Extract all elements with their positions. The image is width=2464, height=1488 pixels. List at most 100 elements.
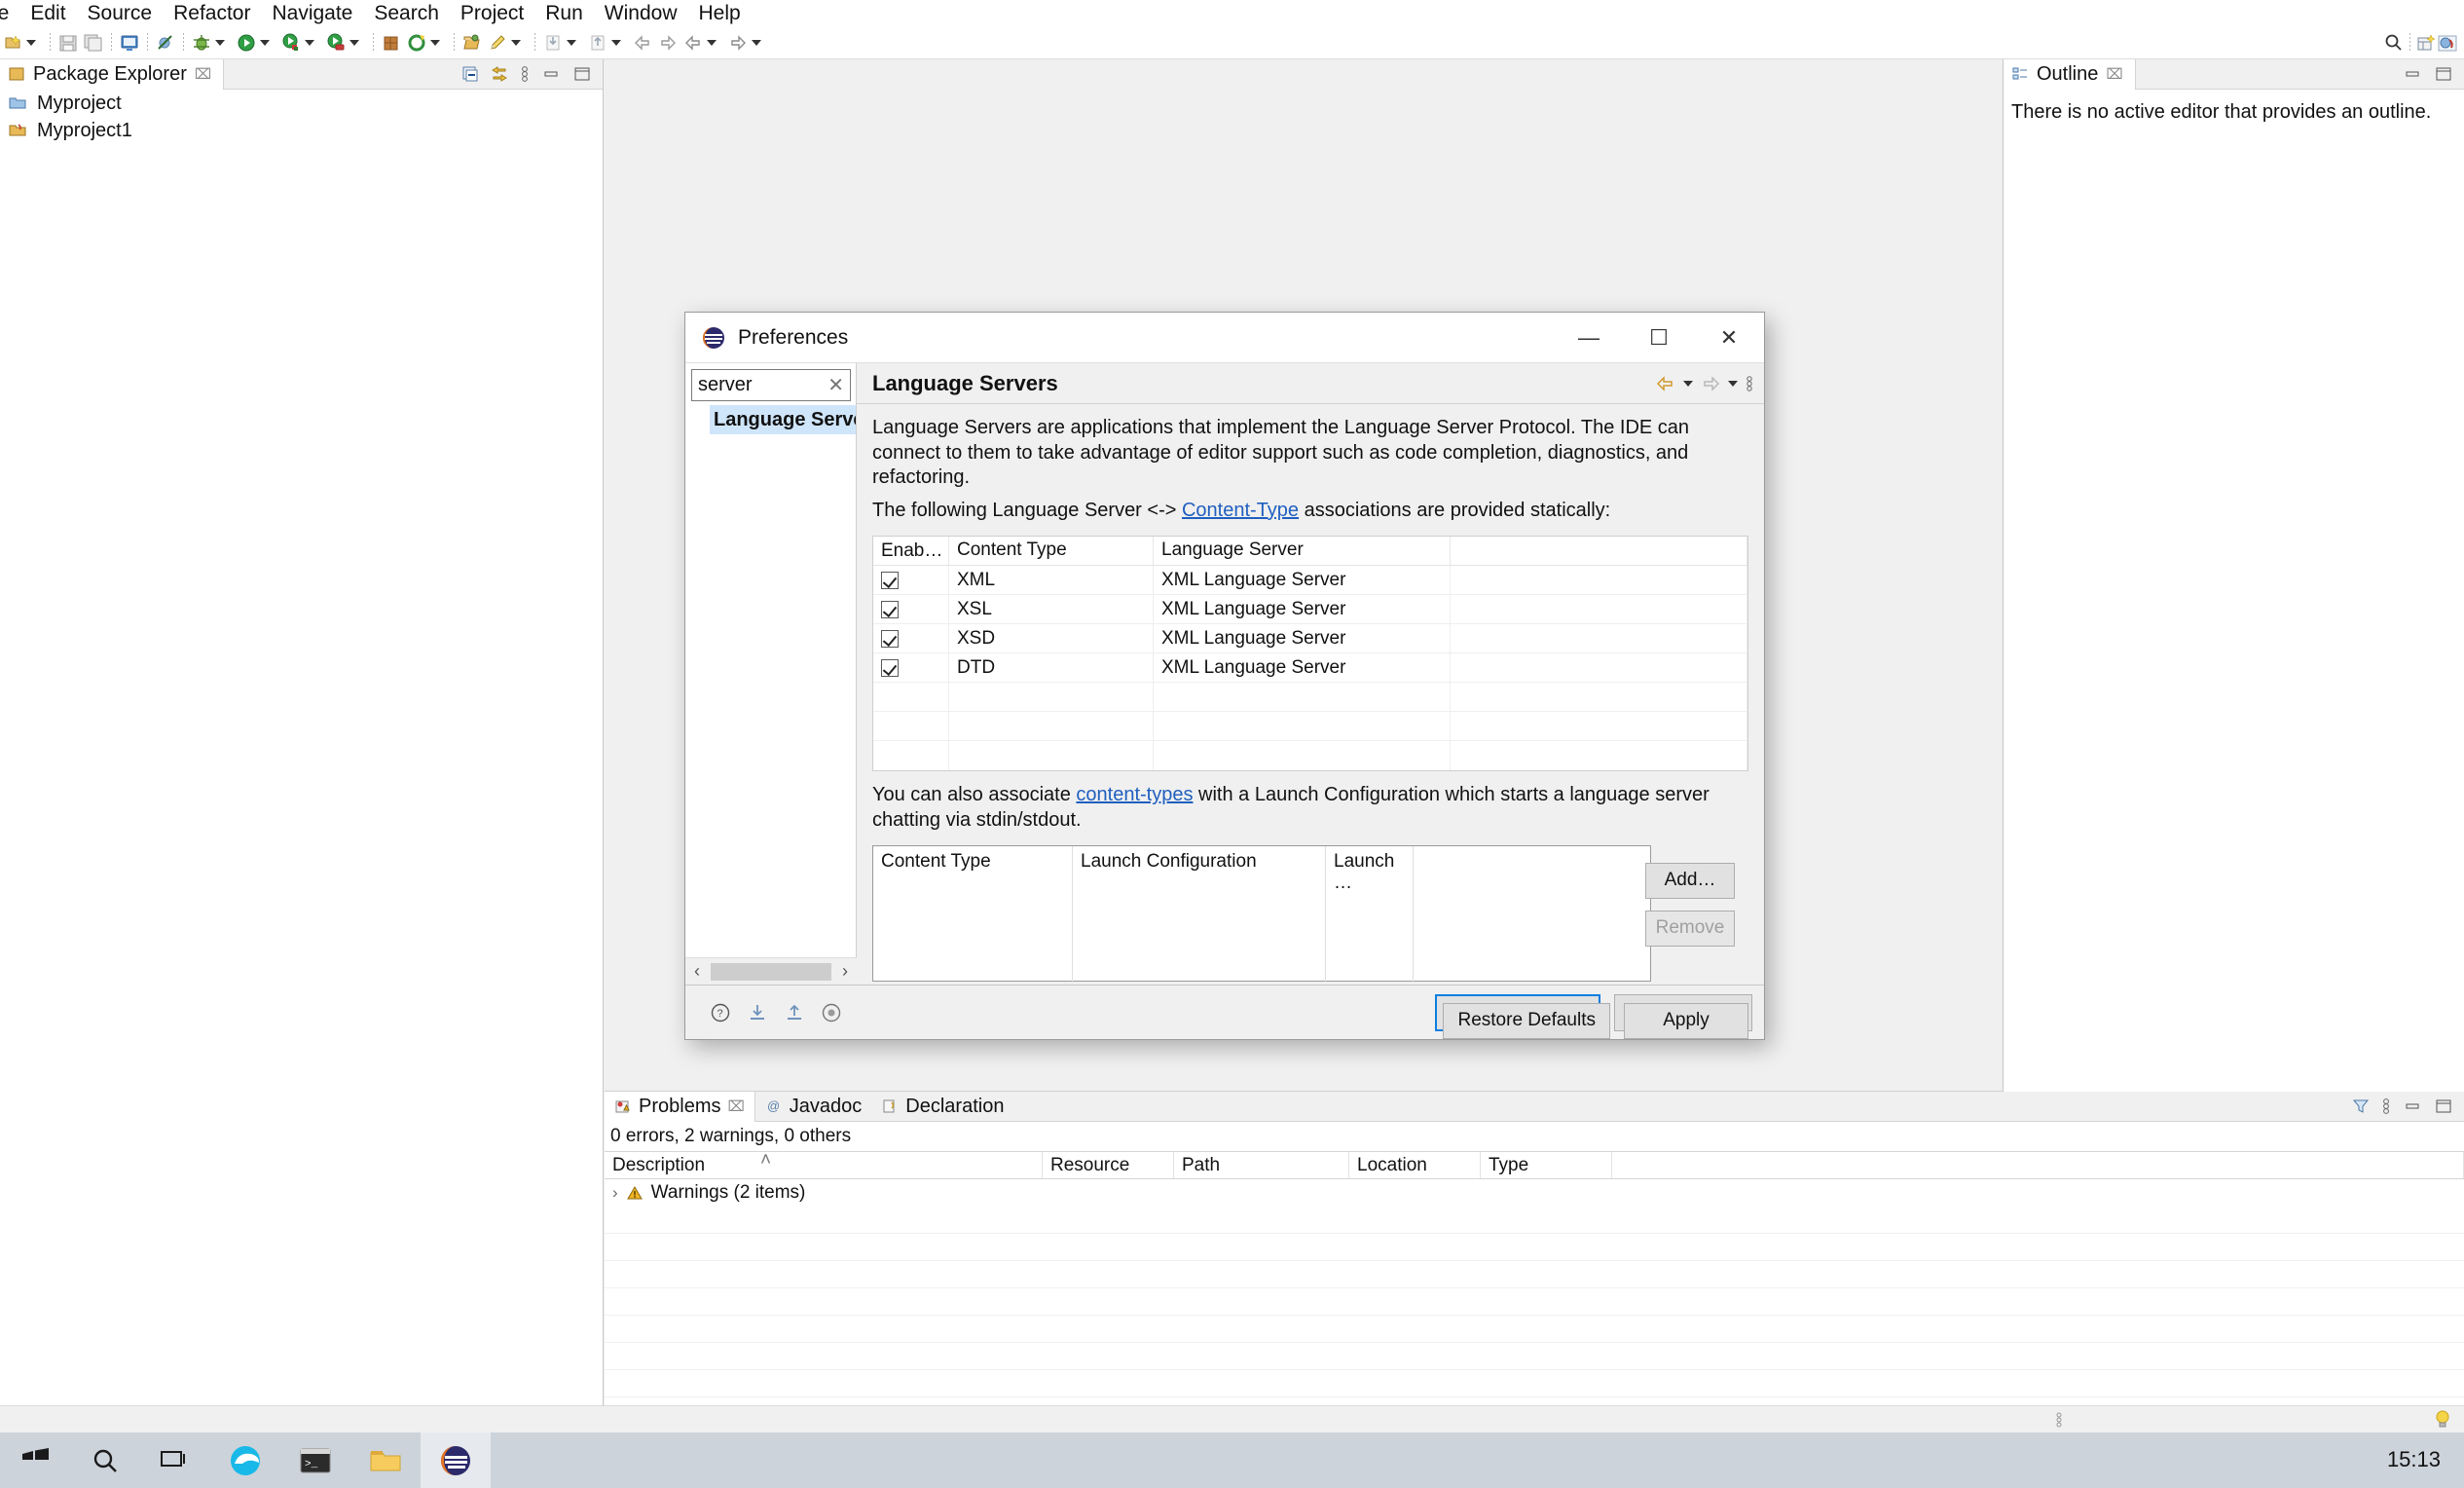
launch-configuration-table[interactable]: Content Type Launch Configuration Launch… bbox=[872, 844, 1651, 983]
minimize-icon[interactable]: — bbox=[1554, 313, 1624, 363]
back-menu-caret[interactable] bbox=[1683, 380, 1693, 387]
table-row[interactable]: DTD XML Language Server bbox=[873, 652, 1747, 684]
table-row[interactable]: XSD XML Language Server bbox=[873, 623, 1747, 654]
enabled-checkbox-cell[interactable] bbox=[873, 623, 949, 653]
view-menu-icon[interactable] bbox=[1745, 373, 1754, 394]
expander-icon[interactable]: › bbox=[612, 1183, 618, 1203]
table-row[interactable]: › Warnings (2 items) bbox=[605, 1179, 2464, 1207]
column-header-resource[interactable]: Resource bbox=[1043, 1152, 1174, 1178]
column-header-content-type[interactable]: Content Type bbox=[873, 845, 1073, 983]
menu-item-search[interactable]: Search bbox=[363, 0, 450, 27]
minimize-icon[interactable] bbox=[540, 63, 562, 85]
column-header-path[interactable]: Path bbox=[1174, 1152, 1349, 1178]
scroll-left-icon[interactable]: ‹ bbox=[685, 961, 709, 982]
menu-item-run[interactable]: Run bbox=[534, 0, 594, 27]
tab-declaration[interactable]: Declaration bbox=[871, 1092, 1013, 1122]
scroll-thumb[interactable] bbox=[711, 962, 831, 981]
new-perspective-icon[interactable] bbox=[2415, 32, 2437, 54]
column-header-language-server[interactable]: Language Server bbox=[1154, 537, 1451, 566]
menu-item-window[interactable]: Window bbox=[594, 0, 688, 27]
content-type-link[interactable]: Content-Type bbox=[1182, 500, 1299, 521]
view-menu-icon[interactable] bbox=[2380, 1096, 2392, 1117]
enabled-checkbox-cell[interactable] bbox=[873, 652, 949, 683]
column-header-location[interactable]: Location bbox=[1349, 1152, 1481, 1178]
new-package-icon[interactable] bbox=[379, 27, 404, 59]
export-icon[interactable] bbox=[585, 27, 630, 59]
new-wizard-icon[interactable] bbox=[0, 27, 45, 59]
filter-icon[interactable] bbox=[2351, 1097, 2371, 1116]
terminal-icon[interactable]: >_ bbox=[280, 1432, 350, 1488]
run-caret[interactable] bbox=[260, 40, 270, 46]
taskbar-clock[interactable]: 15:13 bbox=[2387, 1448, 2464, 1471]
skip-breakpoints-icon[interactable] bbox=[153, 27, 178, 59]
menu-item-help[interactable]: Help bbox=[688, 0, 752, 27]
next-annotation-icon[interactable] bbox=[655, 27, 680, 59]
back-icon[interactable] bbox=[680, 27, 725, 59]
back-caret[interactable] bbox=[707, 40, 717, 46]
save-all-icon[interactable] bbox=[81, 27, 106, 59]
task-view-icon[interactable] bbox=[140, 1432, 210, 1488]
file-explorer-icon[interactable] bbox=[350, 1432, 421, 1488]
close-icon[interactable]: ✕ bbox=[1694, 313, 1764, 363]
external-tools-icon[interactable] bbox=[323, 27, 368, 59]
java-perspective-icon[interactable] bbox=[2437, 32, 2458, 54]
tip-of-the-day-icon[interactable] bbox=[2431, 1408, 2454, 1432]
import-icon[interactable] bbox=[540, 27, 585, 59]
add-button[interactable]: Add… bbox=[1645, 862, 1735, 899]
run-icon[interactable] bbox=[234, 27, 278, 59]
tree-item-myproject1[interactable]: Myproject1 bbox=[0, 117, 603, 144]
maximize-icon[interactable]: ☐ bbox=[1624, 313, 1694, 363]
import-preferences-icon[interactable] bbox=[746, 1001, 769, 1024]
coverage-icon[interactable] bbox=[278, 27, 323, 59]
view-menu-icon[interactable] bbox=[519, 63, 531, 85]
debug-caret[interactable] bbox=[215, 40, 225, 46]
filter-input[interactable]: server bbox=[698, 374, 753, 396]
table-row[interactable]: XSL XML Language Server bbox=[873, 594, 1747, 625]
minimize-icon[interactable] bbox=[2402, 63, 2423, 85]
menu-item-project[interactable]: Project bbox=[450, 0, 534, 27]
preferences-tree-item-language-servers[interactable]: Language Serve bbox=[710, 405, 856, 434]
enabled-checkbox-cell[interactable] bbox=[873, 594, 949, 624]
minimize-icon[interactable] bbox=[2402, 1096, 2423, 1117]
maximize-icon[interactable] bbox=[2433, 63, 2454, 85]
debug-icon[interactable] bbox=[189, 27, 234, 59]
maximize-icon[interactable] bbox=[571, 63, 593, 85]
checkbox-checked-icon[interactable] bbox=[881, 658, 899, 677]
filter-input-wrapper[interactable]: server ✕ bbox=[691, 369, 851, 401]
refresh-icon[interactable] bbox=[404, 27, 449, 59]
import-caret[interactable] bbox=[567, 40, 576, 46]
edit-caret[interactable] bbox=[511, 40, 521, 46]
column-header-type[interactable]: Type bbox=[1481, 1152, 1612, 1178]
scroll-right-icon[interactable]: › bbox=[833, 961, 857, 982]
close-icon[interactable]: ⌧ bbox=[195, 65, 211, 83]
edit-icon[interactable] bbox=[485, 27, 530, 59]
menu-item-navigate[interactable]: Navigate bbox=[261, 0, 363, 27]
forward-caret[interactable] bbox=[752, 40, 761, 46]
restore-defaults-button[interactable]: Restore Defaults bbox=[1443, 1002, 1610, 1039]
checkbox-checked-icon[interactable] bbox=[881, 629, 899, 648]
tab-package-explorer[interactable]: Package Explorer ⌧ bbox=[0, 58, 225, 90]
close-icon[interactable]: ⌧ bbox=[2106, 65, 2122, 83]
maximize-icon[interactable] bbox=[2433, 1096, 2454, 1117]
help-icon[interactable]: ? bbox=[709, 1001, 732, 1024]
tree-item-myproject[interactable]: Myproject bbox=[0, 90, 603, 117]
external-tools-caret[interactable] bbox=[349, 40, 359, 46]
new-wizard-caret[interactable] bbox=[26, 40, 36, 46]
start-icon[interactable] bbox=[0, 1432, 70, 1488]
coverage-caret[interactable] bbox=[305, 40, 314, 46]
forward-menu-caret[interactable] bbox=[1728, 380, 1738, 387]
menu-item-file[interactable]: le bbox=[0, 0, 19, 27]
collapse-all-icon[interactable] bbox=[460, 64, 480, 84]
refresh-caret[interactable] bbox=[430, 40, 440, 46]
menu-item-edit[interactable]: Edit bbox=[19, 0, 76, 27]
column-header-description[interactable]: Description ˄ bbox=[605, 1150, 1043, 1178]
menu-item-refactor[interactable]: Refactor bbox=[163, 0, 261, 27]
save-icon[interactable] bbox=[55, 27, 81, 59]
clear-icon[interactable]: ✕ bbox=[827, 373, 844, 397]
column-header-enabled[interactable]: Enab… bbox=[873, 537, 949, 566]
column-header-launch-mode[interactable]: Launch … bbox=[1326, 845, 1414, 983]
preferences-tree-hscrollbar[interactable]: ‹ › bbox=[685, 957, 857, 985]
column-header-content-type[interactable]: Content Type bbox=[949, 537, 1154, 566]
tab-problems[interactable]: Problems ⌧ bbox=[605, 1091, 755, 1122]
search-icon[interactable] bbox=[2383, 32, 2405, 54]
